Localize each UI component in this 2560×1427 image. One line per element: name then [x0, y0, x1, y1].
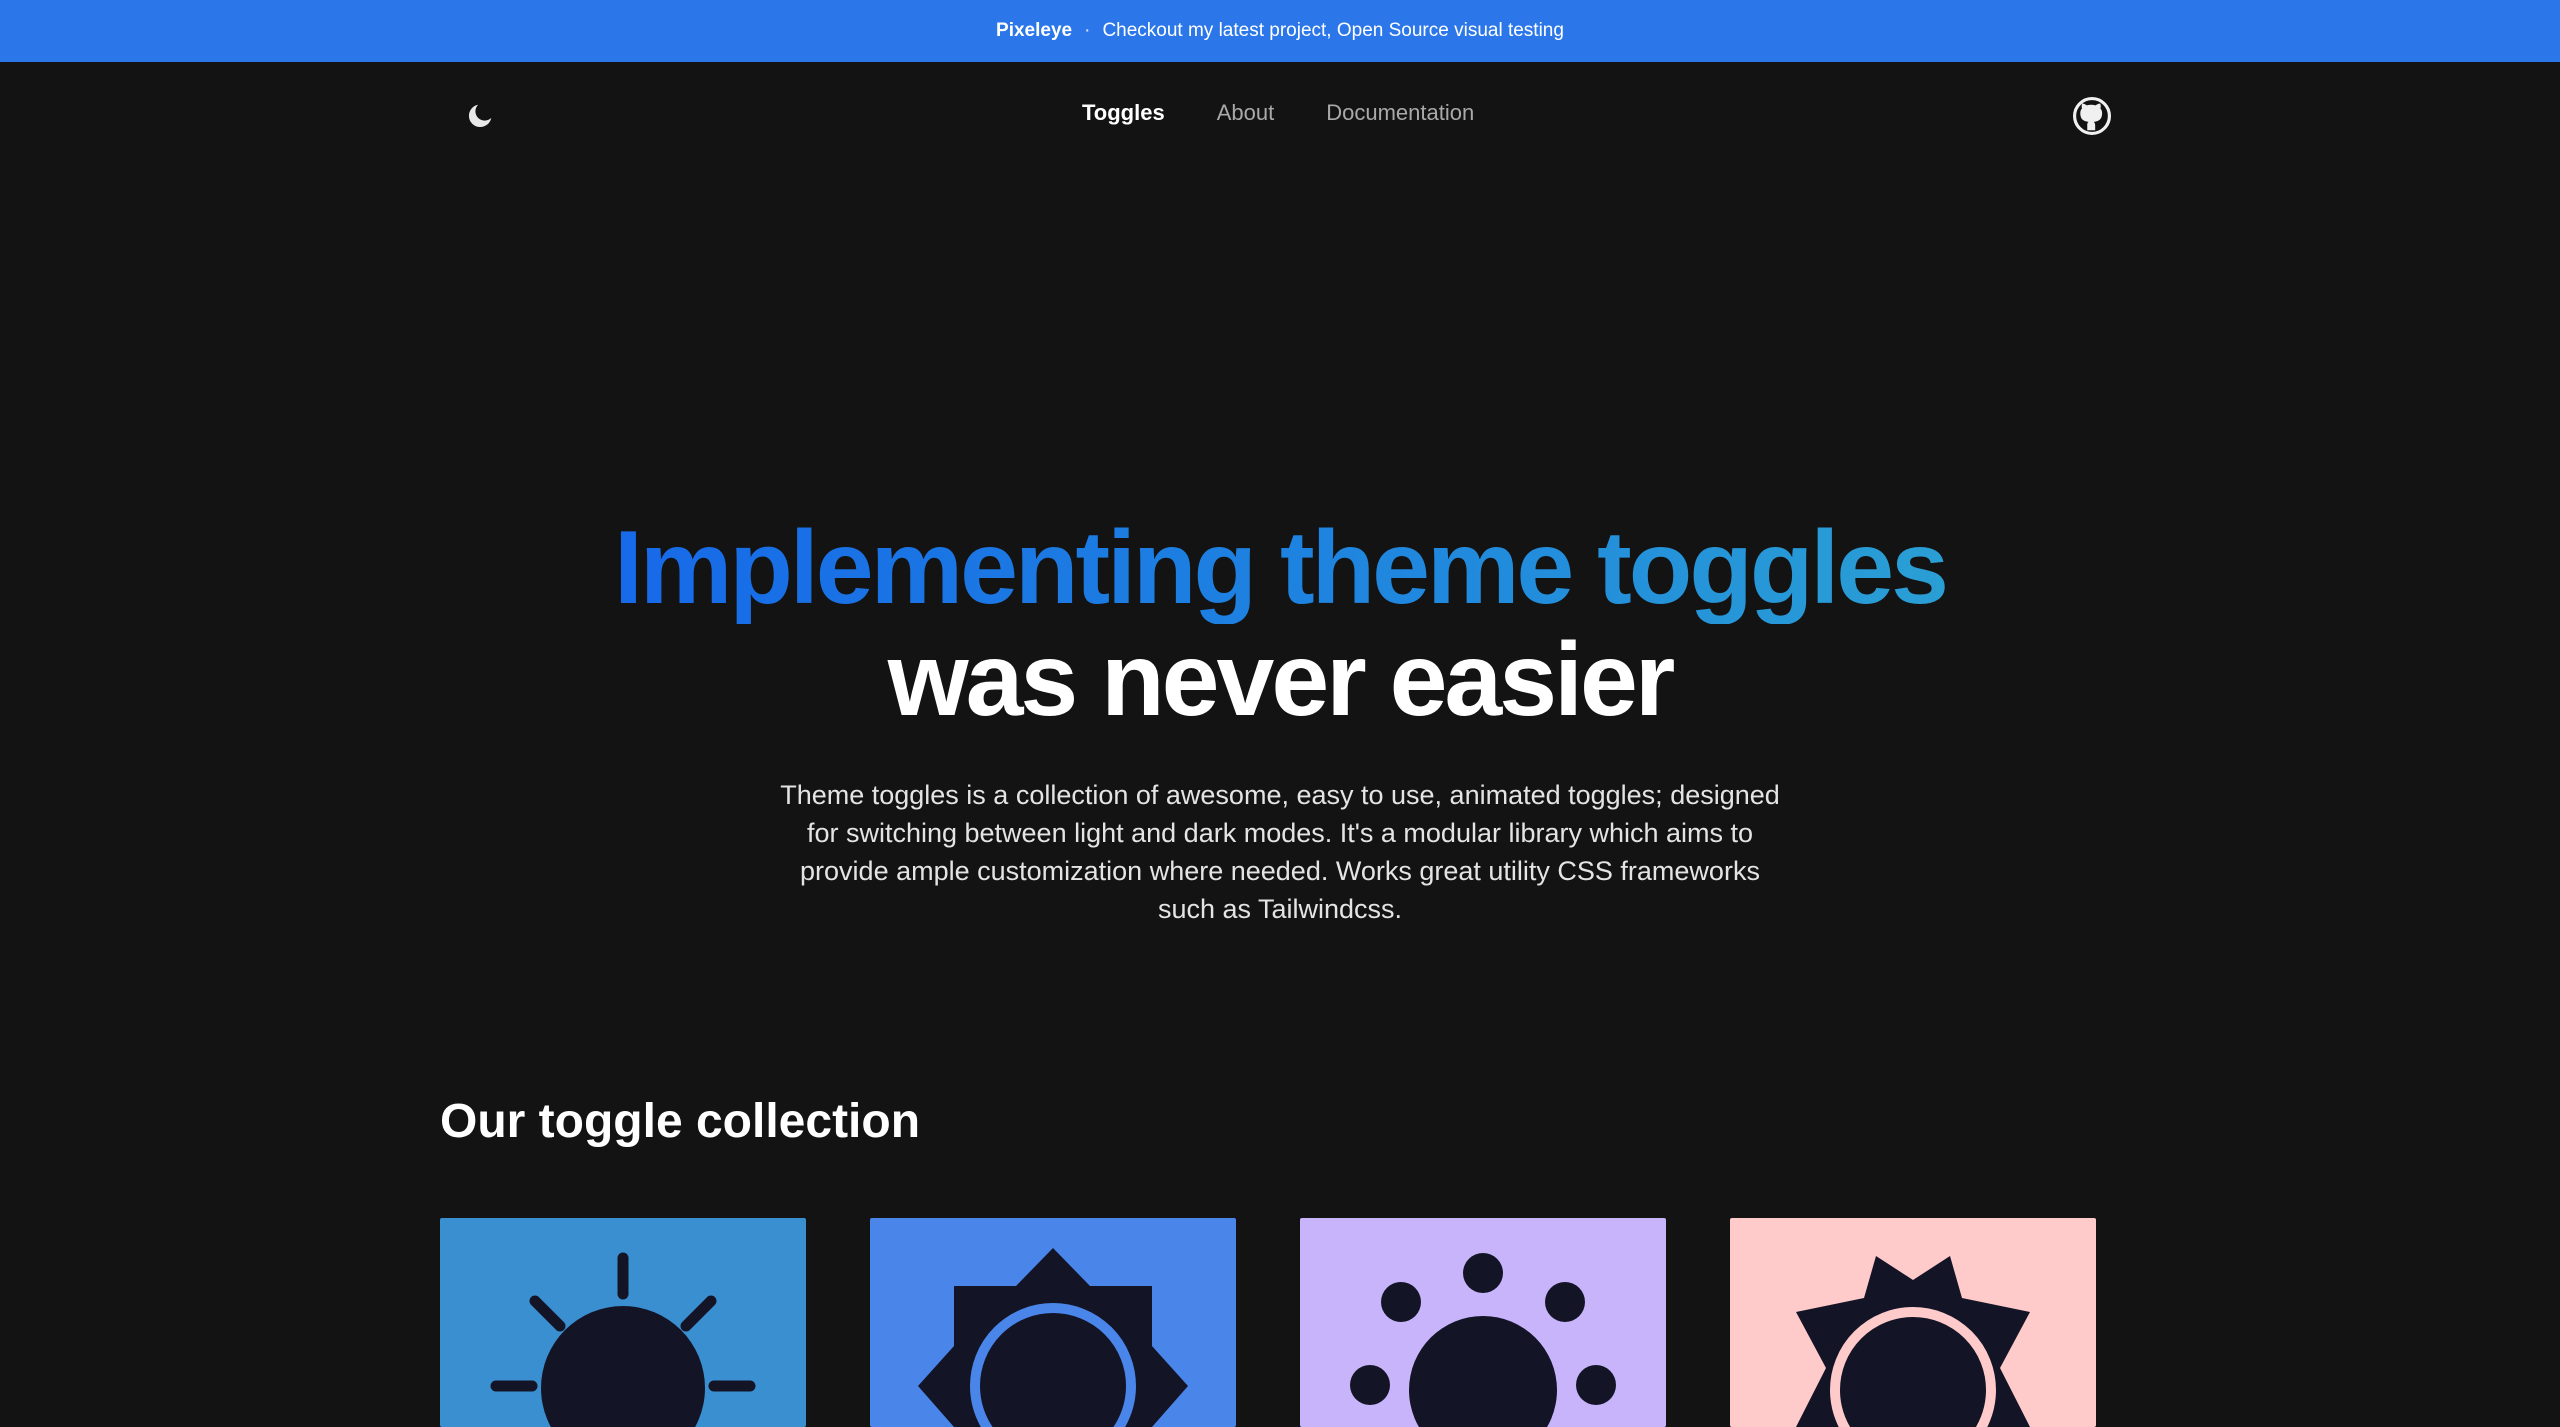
- sun-star-ring-icon: [918, 1248, 1188, 1427]
- banner-separator: ·: [1084, 20, 1091, 41]
- sun-crown-ring-icon: [1796, 1256, 2030, 1427]
- github-link[interactable]: [2072, 96, 2112, 136]
- nav-link-toggles[interactable]: Toggles: [1082, 100, 1165, 126]
- collection-title: Our toggle collection: [440, 1095, 921, 1148]
- nav-link-about[interactable]: About: [1217, 100, 1275, 126]
- toggle-card-3[interactable]: [1300, 1218, 1666, 1427]
- nav-links: Toggles About Documentation: [1082, 100, 1474, 126]
- banner-message[interactable]: Checkout my latest project, Open Source …: [1102, 20, 1564, 42]
- github-icon: [2073, 97, 2111, 135]
- hero-title-highlight: Implementing theme toggles: [614, 510, 1949, 626]
- toggle-card-2[interactable]: [870, 1218, 1236, 1427]
- sun-rays-icon: [490, 1252, 756, 1427]
- nav-link-documentation[interactable]: Documentation: [1326, 100, 1474, 126]
- top-navigation: Toggles About Documentation: [0, 62, 2560, 168]
- hero-section: Implementing theme toggles was never eas…: [0, 512, 2560, 928]
- theme-toggle-button[interactable]: [462, 98, 498, 134]
- toggle-collection-grid: [440, 1218, 2096, 1427]
- hero-description: Theme toggles is a collection of awesome…: [780, 780, 1780, 924]
- moon-icon: [468, 104, 492, 128]
- sun-dots-icon: [1350, 1253, 1616, 1427]
- hero-title: Implementing theme toggles was never eas…: [0, 512, 2560, 736]
- hero-title-line2: was never easier: [887, 622, 1676, 738]
- announcement-banner[interactable]: Pixeleye · Checkout my latest project, O…: [0, 0, 2560, 62]
- toggle-card-1[interactable]: [440, 1218, 806, 1427]
- toggle-card-4[interactable]: [1730, 1218, 2096, 1427]
- banner-brand[interactable]: Pixeleye: [996, 20, 1072, 42]
